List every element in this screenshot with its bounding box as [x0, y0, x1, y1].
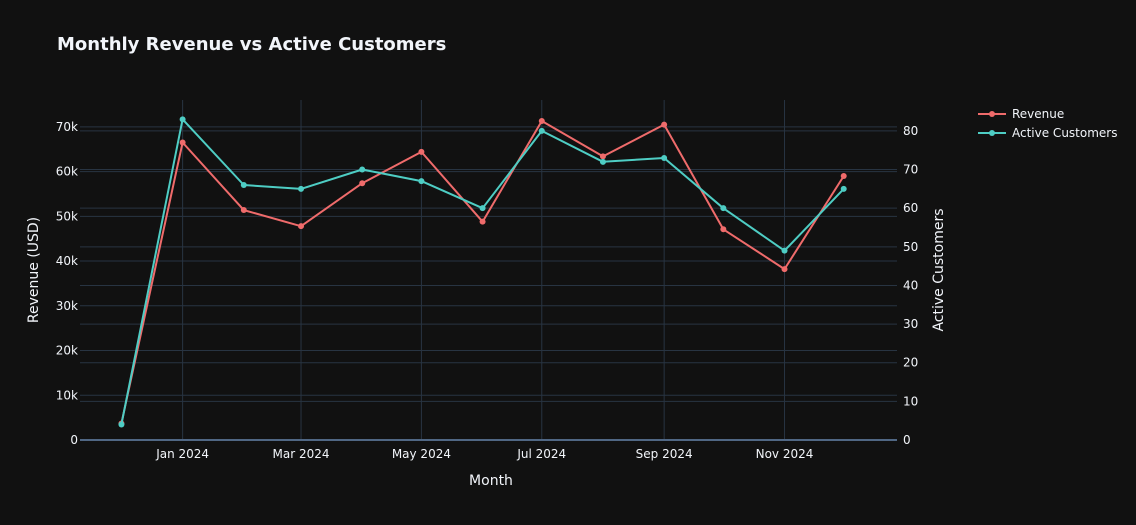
data-point-active-customers[interactable]: [661, 154, 668, 161]
data-point-revenue[interactable]: [599, 153, 606, 160]
y2-tick-label: 50: [903, 240, 918, 254]
legend-marker-active-customers: [989, 130, 995, 136]
x-tick-label: Jan 2024: [155, 447, 209, 461]
legend-label-revenue: Revenue: [1012, 107, 1064, 121]
y2-tick-label: 20: [903, 356, 918, 370]
y2-tick-label: 10: [903, 394, 918, 408]
data-point-active-customers[interactable]: [298, 185, 305, 192]
y-tick-label: 10k: [56, 388, 78, 402]
data-point-revenue[interactable]: [720, 226, 727, 233]
data-point-revenue[interactable]: [359, 180, 366, 187]
y-tick-label: 20k: [56, 344, 78, 358]
y2-tick-label: 40: [903, 278, 918, 292]
chart-title: Monthly Revenue vs Active Customers: [57, 34, 446, 55]
data-point-revenue[interactable]: [781, 266, 788, 273]
y-tick-label: 0: [70, 433, 78, 447]
plot-area: [80, 100, 897, 440]
legend-item-active-customers[interactable]: Active Customers: [978, 126, 1117, 140]
y-tick-label: 30k: [56, 299, 78, 313]
data-point-active-customers[interactable]: [538, 127, 545, 134]
data-point-active-customers[interactable]: [720, 205, 727, 212]
data-point-active-customers[interactable]: [118, 421, 125, 428]
data-point-active-customers[interactable]: [840, 185, 847, 192]
y2-tick-label: 80: [903, 124, 918, 138]
y-tick-label: 50k: [56, 209, 78, 223]
y2-tick-label: 60: [903, 201, 918, 215]
data-point-revenue[interactable]: [240, 207, 247, 214]
data-point-active-customers[interactable]: [240, 182, 247, 188]
data-point-revenue[interactable]: [661, 121, 668, 128]
chart: Jan 2024 Mar 2024 May 2024 Jul 2024 Sep 2024…: [26, 34, 1117, 489]
legend-marker-revenue: [989, 111, 995, 117]
x-axis-title: Month: [469, 473, 513, 489]
y2-axis-title: Active Customers: [931, 208, 947, 331]
legend[interactable]: Revenue Active Customers: [978, 107, 1117, 140]
data-point-revenue[interactable]: [298, 223, 305, 230]
x-tick-label: Sep 2024: [636, 447, 693, 461]
y-tick-label: 40k: [56, 254, 78, 268]
y2-tick-label: 70: [903, 163, 918, 177]
x-tick-label: May 2024: [392, 447, 451, 461]
legend-label-active-customers: Active Customers: [1012, 126, 1117, 140]
data-point-revenue[interactable]: [179, 139, 186, 146]
data-point-active-customers[interactable]: [179, 116, 186, 123]
data-point-revenue[interactable]: [479, 218, 486, 225]
data-point-active-customers[interactable]: [359, 166, 366, 173]
y2-tick-label: 30: [903, 317, 918, 331]
data-point-active-customers[interactable]: [599, 158, 606, 165]
data-point-revenue[interactable]: [418, 148, 425, 155]
data-point-active-customers[interactable]: [418, 178, 425, 185]
y-tick-label: 70k: [56, 120, 78, 134]
y-tick-label: 60k: [56, 165, 78, 179]
x-tick-label: Mar 2024: [273, 447, 330, 461]
legend-item-revenue[interactable]: Revenue: [978, 107, 1064, 121]
data-point-revenue[interactable]: [840, 173, 847, 180]
y-axis-title: Revenue (USD): [26, 217, 42, 323]
data-point-active-customers[interactable]: [781, 247, 788, 254]
data-point-active-customers[interactable]: [479, 205, 486, 212]
data-point-revenue[interactable]: [538, 118, 545, 125]
x-tick-label: Jul 2024: [516, 447, 566, 461]
x-tick-label: Nov 2024: [756, 447, 814, 461]
y2-tick-label: 0: [903, 433, 911, 447]
